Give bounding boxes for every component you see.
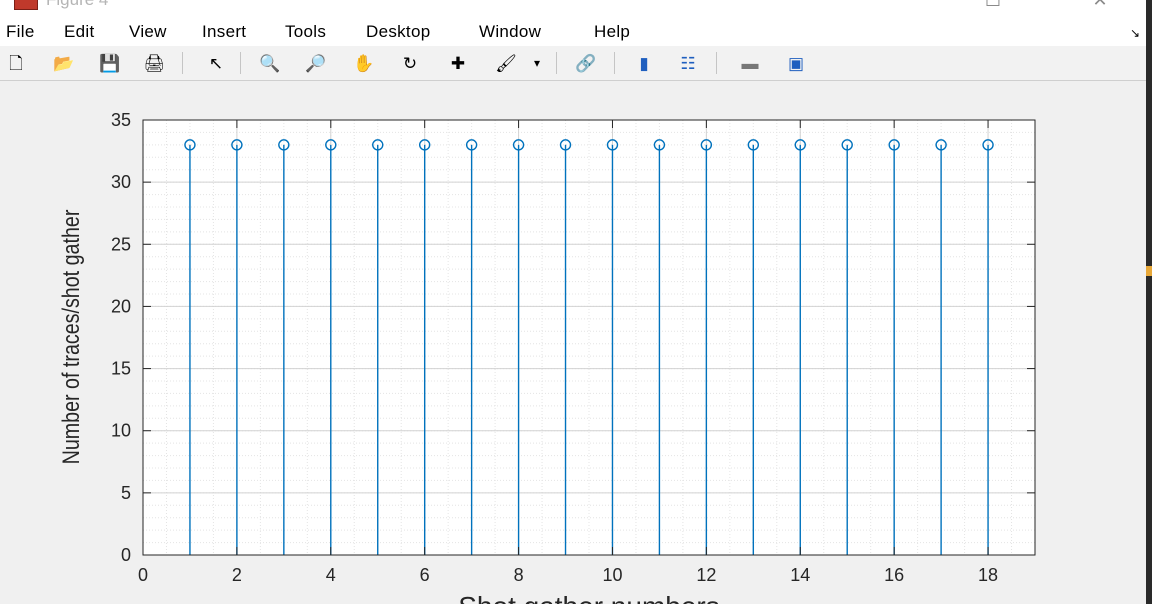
- x-tick-label: 8: [514, 565, 524, 585]
- x-tick-label: 12: [696, 565, 716, 585]
- y-tick-label: 10: [111, 421, 131, 441]
- x-tick-label: 4: [326, 565, 336, 585]
- x-tick-label: 14: [790, 565, 810, 585]
- y-tick-labels: 0 5 10 15 20 25 30 35: [111, 110, 131, 565]
- plot-axes[interactable]: 0 2 4 6 8 10 12 14 16 18 0 5 10 15 20 25 30 35 Shot gath…: [0, 0, 1146, 604]
- x-tick-label: 16: [884, 565, 904, 585]
- x-tick-label: 10: [602, 565, 622, 585]
- x-tick-label: 18: [978, 565, 998, 585]
- y-tick-label: 25: [111, 234, 131, 254]
- x-tick-labels: 0 2 4 6 8 10 12 14 16 18: [138, 565, 998, 585]
- edge-indicator: [1146, 266, 1152, 276]
- y-tick-label: 0: [121, 545, 131, 565]
- x-tick-label: 2: [232, 565, 242, 585]
- y-tick-label: 35: [111, 110, 131, 130]
- x-axis-label: Shot gather numbers: [458, 591, 720, 604]
- y-tick-label: 15: [111, 359, 131, 379]
- y-axis-label: Number of traces/shot gather: [57, 210, 84, 465]
- x-tick-label: 6: [420, 565, 430, 585]
- y-tick-label: 20: [111, 296, 131, 316]
- x-tick-label: 0: [138, 565, 148, 585]
- y-tick-label: 5: [121, 483, 131, 503]
- window-edge: [1146, 0, 1152, 604]
- y-tick-label: 30: [111, 172, 131, 192]
